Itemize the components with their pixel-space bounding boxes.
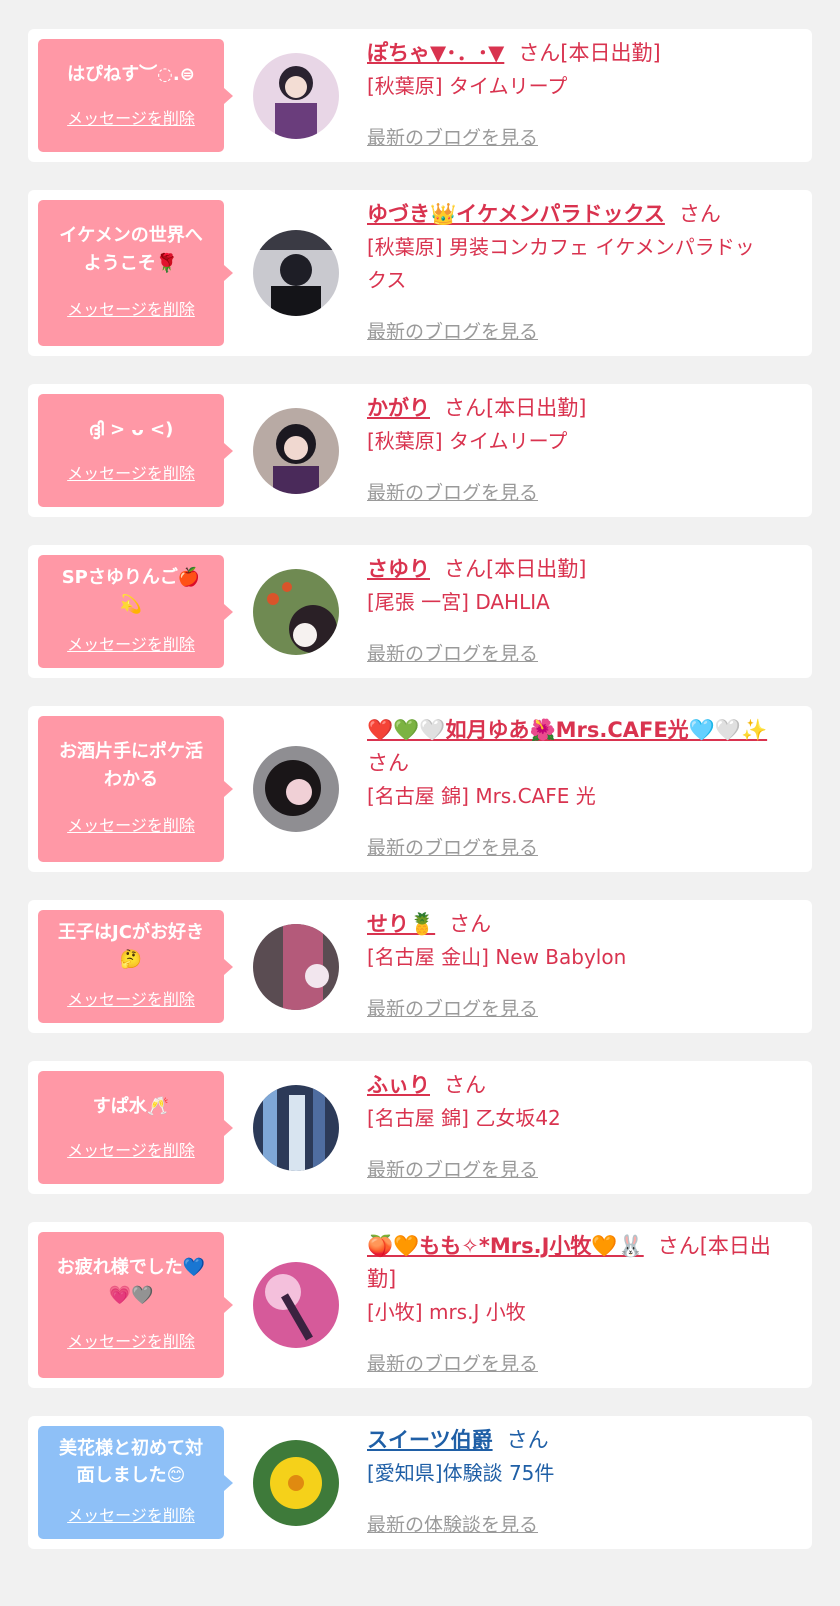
list-item: はぴねす︶◌.⊜ メッセージを削除 ぽちゃ▼･．･▼ さん[本日出勤] [秋葉原]… (28, 29, 812, 162)
message-text-line2: 💗🩶 (108, 1285, 154, 1306)
message-bubble: はぴねす︶◌.⊜ メッセージを削除 (38, 39, 233, 152)
delete-message-link[interactable]: メッセージを削除 (38, 631, 224, 655)
delete-message-link[interactable]: メッセージを削除 (38, 986, 224, 1010)
sender-info: ふぃり さん [名古屋 錦] 乙女坂42 (367, 1069, 787, 1135)
shop-name: [尾張 一宮] DAHLIA (367, 590, 550, 614)
shop-name: [小牧] mrs.J 小牧 (367, 1300, 526, 1324)
shop-name: [秋葉原] タイムリープ (367, 74, 568, 98)
message-bubble: 王子はJCがお好き 🤔 メッセージを削除 (38, 910, 233, 1023)
message-text: はぴねす︶◌.⊜ (67, 64, 195, 85)
sender-honorific: さん[本日出勤] (444, 557, 587, 581)
sender-honorific: さん[本日出勤] (444, 396, 587, 420)
message-text-line2: 面しました😊 (76, 1465, 186, 1486)
avatar[interactable] (253, 1085, 339, 1171)
sender-info: さゆり さん[本日出勤] [尾張 一宮] DAHLIA (367, 553, 787, 619)
delete-message-link[interactable]: メッセージを削除 (38, 296, 224, 320)
sender-name-link[interactable]: スイーツ伯爵 (367, 1428, 493, 1452)
latest-blog-link[interactable]: 最新のブログを見る (367, 833, 538, 860)
message-bubble: ദ്ദി > ᴗ <) メッセージを削除 (38, 394, 233, 507)
latest-blog-link[interactable]: 最新のブログを見る (367, 317, 538, 344)
delete-message-link[interactable]: メッセージを削除 (38, 1502, 224, 1526)
avatar[interactable] (253, 53, 339, 139)
latest-blog-link[interactable]: 最新のブログを見る (367, 123, 538, 150)
message-bubble: 美花様と初めて対 面しました😊 メッセージを削除 (38, 1426, 233, 1539)
latest-blog-link[interactable]: 最新のブログを見る (367, 1349, 538, 1376)
avatar[interactable] (253, 924, 339, 1010)
message-text: お疲れ様でした💙 (56, 1257, 206, 1278)
message-bubble: お疲れ様でした💙 💗🩶 メッセージを削除 (38, 1232, 233, 1378)
latest-blog-link[interactable]: 最新のブログを見る (367, 478, 538, 505)
avatar[interactable] (253, 569, 339, 655)
shop-name: [秋葉原] タイムリープ (367, 429, 568, 453)
shop-name: [名古屋 錦] Mrs.CAFE 光 (367, 784, 596, 808)
list-item: 王子はJCがお好き 🤔 メッセージを削除 せり🍍 さん [名古屋 金山] New … (28, 900, 812, 1033)
shop-name: [名古屋 金山] New Babylon (367, 945, 627, 969)
list-item: イケメンの世界へ ようこそ🌹 メッセージを削除 ゆづき👑イケメンパラドックス さん… (28, 190, 812, 356)
sender-info: ゆづき👑イケメンパラドックス さん [秋葉原] 男装コンカフェ イケメンパラドッ … (367, 198, 787, 297)
sender-name-link[interactable]: ぽちゃ▼･．･▼ (367, 41, 504, 65)
message-bubble: イケメンの世界へ ようこそ🌹 メッセージを削除 (38, 200, 233, 346)
sender-name-link[interactable]: さゆり (367, 557, 430, 581)
latest-blog-link[interactable]: 最新のブログを見る (367, 639, 538, 666)
sender-name-link[interactable]: ふぃり (367, 1073, 430, 1097)
avatar[interactable] (253, 1440, 339, 1526)
delete-message-link[interactable]: メッセージを削除 (38, 460, 224, 484)
shop-name: [秋葉原] 男装コンカフェ イケメンパラドッ (367, 235, 755, 259)
sender-info: 🍑🧡もも✧*Mrs.J小牧🧡🐰 さん[本日出 勤] [小牧] mrs.J 小牧 (367, 1230, 787, 1329)
list-item: SPさゆりんご🍎 💫 メッセージを削除 さゆり さん[本日出勤] [尾張 一宮] … (28, 545, 812, 678)
sender-honorific: さん (449, 912, 492, 936)
sender-info: せり🍍 さん [名古屋 金山] New Babylon (367, 908, 787, 974)
sender-honorific: さん (367, 751, 409, 775)
sender-honorific-cont: 勤] (367, 1267, 397, 1291)
message-text-line2: 💫 (119, 594, 143, 615)
message-text: ദ്ദി > ᴗ <) (88, 419, 174, 440)
sender-info: ❤️💚🤍如月ゆあ🌺Mrs.CAFE光🩵🤍✨ さん [名古屋 錦] Mrs.CAF… (367, 714, 787, 813)
list-item: お酒片手にポケ活 わかる メッセージを削除 ❤️💚🤍如月ゆあ🌺Mrs.CAFE光… (28, 706, 812, 872)
shop-name-cont: クス (367, 268, 407, 292)
message-text: 王子はJCがお好き (58, 922, 204, 943)
sender-info: スイーツ伯爵 さん [愛知県]体験談 75件 (367, 1424, 787, 1490)
latest-review-link[interactable]: 最新の体験談を見る (367, 1510, 538, 1537)
message-text-line2: 🤔 (119, 949, 143, 970)
avatar[interactable] (253, 1262, 339, 1348)
message-text: SPさゆりんご🍎 (61, 567, 201, 588)
sender-honorific: さん (678, 202, 721, 226)
message-bubble: お酒片手にポケ活 わかる メッセージを削除 (38, 716, 233, 862)
message-bubble: SPさゆりんご🍎 💫 メッセージを削除 (38, 555, 233, 668)
avatar[interactable] (253, 746, 339, 832)
list-item: すぱ水🥂 メッセージを削除 ふぃり さん [名古屋 錦] 乙女坂42 最新のブログ… (28, 1061, 812, 1194)
latest-blog-link[interactable]: 最新のブログを見る (367, 1155, 538, 1182)
avatar[interactable] (253, 408, 339, 494)
sender-name-link[interactable]: ❤️💚🤍如月ゆあ🌺Mrs.CAFE光🩵🤍✨ (367, 718, 767, 742)
shop-name: [名古屋 錦] 乙女坂42 (367, 1106, 561, 1130)
shop-name: [愛知県]体験談 75件 (367, 1461, 555, 1485)
sender-info: かがり さん[本日出勤] [秋葉原] タイムリープ (367, 392, 787, 458)
latest-blog-link[interactable]: 最新のブログを見る (367, 994, 538, 1021)
sender-info: ぽちゃ▼･．･▼ さん[本日出勤] [秋葉原] タイムリープ (367, 37, 787, 103)
list-item: お疲れ様でした💙 💗🩶 メッセージを削除 🍑🧡もも✧*Mrs.J小牧🧡🐰 さん[本… (28, 1222, 812, 1388)
delete-message-link[interactable]: メッセージを削除 (38, 1328, 224, 1352)
delete-message-link[interactable]: メッセージを削除 (38, 105, 224, 129)
delete-message-link[interactable]: メッセージを削除 (38, 812, 224, 836)
message-text: お酒片手にポケ活 (59, 741, 203, 762)
list-item: 美花様と初めて対 面しました😊 メッセージを削除 スイーツ伯爵 さん [愛知県]体… (28, 1416, 812, 1549)
sender-name-link[interactable]: 🍑🧡もも✧*Mrs.J小牧🧡🐰 (367, 1234, 644, 1258)
sender-honorific: さん[本日出 (657, 1234, 771, 1258)
avatar[interactable] (253, 230, 339, 316)
message-text-line2: ようこそ🌹 (83, 253, 179, 274)
sender-name-link[interactable]: かがり (367, 396, 430, 420)
list-item: ദ്ദി > ᴗ <) メッセージを削除 かがり さん[本日出勤] [秋葉原] タ… (28, 384, 812, 517)
message-bubble: すぱ水🥂 メッセージを削除 (38, 1071, 233, 1184)
message-text: イケメンの世界へ (59, 225, 203, 246)
sender-honorific: さん (506, 1428, 549, 1452)
delete-message-link[interactable]: メッセージを削除 (38, 1137, 224, 1161)
message-text: 美花様と初めて対 (59, 1438, 203, 1459)
sender-honorific: さん[本日出勤] (518, 41, 661, 65)
message-text: すぱ水🥂 (92, 1096, 170, 1117)
message-text-line2: わかる (104, 769, 158, 790)
sender-honorific: さん (444, 1073, 486, 1097)
sender-name-link[interactable]: せり🍍 (367, 912, 435, 936)
sender-name-link[interactable]: ゆづき👑イケメンパラドックス (367, 202, 665, 226)
